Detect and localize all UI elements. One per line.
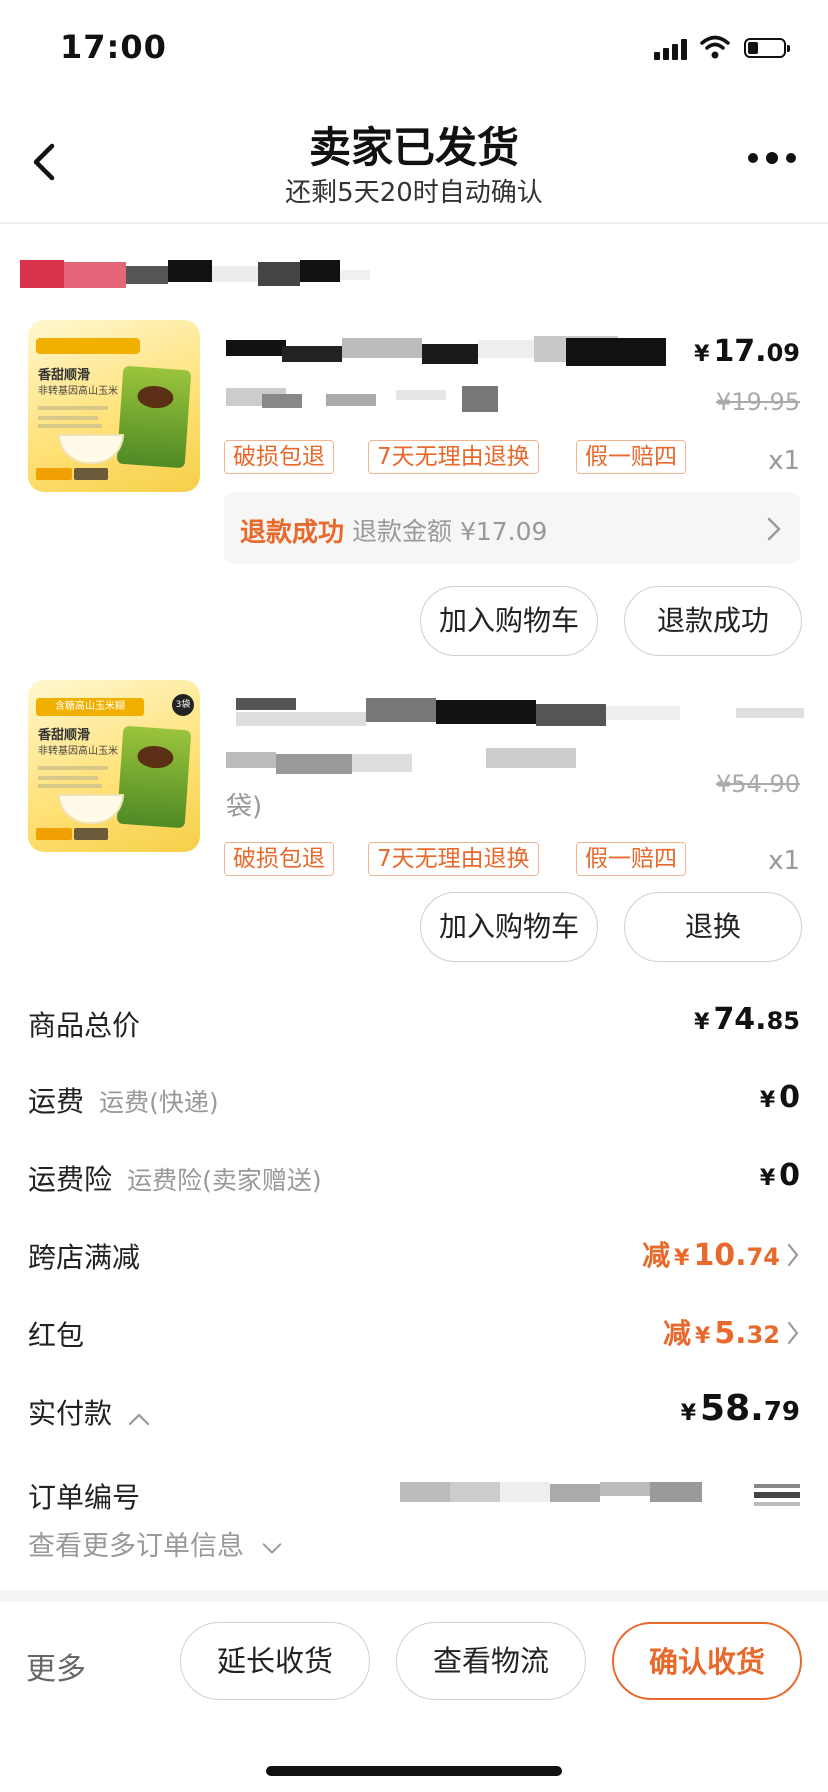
tag-fake-compensation[interactable]: 假一赔四 bbox=[576, 440, 686, 474]
chevron-right-icon bbox=[787, 1243, 799, 1267]
product-old-price-1: ¥19.95 bbox=[716, 388, 800, 416]
add-to-cart-button-2[interactable]: 加入购物车 bbox=[420, 892, 598, 962]
product-title-redacted-2[interactable] bbox=[226, 696, 806, 776]
product-old-price-2: ¥54.90 bbox=[716, 770, 800, 798]
tag-fake-compensation[interactable]: 假一赔四 bbox=[576, 842, 686, 876]
tag-damage-refund[interactable]: 破损包退 bbox=[224, 440, 334, 474]
value-decimal: 79 bbox=[763, 1397, 800, 1427]
shipping-insurance-row: 运费险 运费险(卖家赠送) bbox=[28, 1158, 322, 1198]
product-image-2[interactable]: 含糖高山玉米糊 3袋 香甜顺滑 非转基因高山玉米 bbox=[28, 680, 200, 852]
value-amount: 0 bbox=[779, 1080, 800, 1115]
product-quantity-2: x1 bbox=[768, 846, 800, 876]
order-number-redacted[interactable] bbox=[400, 1482, 800, 1508]
chevron-right-icon bbox=[767, 517, 781, 541]
shop-name-redacted[interactable] bbox=[20, 260, 370, 288]
shipping-insurance-sub: 运费险(卖家赠送) bbox=[127, 1166, 322, 1195]
status-time: 17:00 bbox=[60, 28, 167, 66]
yen-symbol: ¥ bbox=[695, 1324, 711, 1349]
product-image-title: 香甜顺滑 bbox=[38, 368, 91, 383]
paid-label: 实付款 bbox=[28, 1397, 113, 1430]
cross-store-discount-label: 跨店满减 bbox=[28, 1241, 141, 1274]
discount-prefix: 减 bbox=[642, 1239, 671, 1272]
extend-receipt-button[interactable]: 延长收货 bbox=[180, 1622, 370, 1700]
view-logistics-button[interactable]: 查看物流 bbox=[396, 1622, 586, 1700]
tag-7day-return[interactable]: 7天无理由退换 bbox=[368, 842, 539, 876]
shipping-row: 运费 运费(快递) bbox=[28, 1080, 219, 1120]
product-title-redacted-1[interactable] bbox=[226, 336, 686, 412]
value-integer: 10. bbox=[693, 1238, 747, 1273]
product-image-badge: 3袋 bbox=[172, 694, 194, 716]
price-integer: 17. bbox=[713, 334, 767, 369]
signal-icon bbox=[654, 38, 688, 60]
value-integer: 5. bbox=[714, 1316, 747, 1351]
shipping-insurance-label: 运费险 bbox=[28, 1163, 113, 1196]
battery-icon bbox=[744, 38, 790, 58]
page-title: 卖家已发货 bbox=[308, 123, 519, 172]
paid-value: ¥58.79 bbox=[560, 1388, 800, 1429]
add-to-cart-button-1[interactable]: 加入购物车 bbox=[420, 586, 598, 656]
goods-total-value: ¥74.85 bbox=[560, 1002, 800, 1037]
yen-symbol: ¥ bbox=[694, 1010, 710, 1035]
more-info-label: 查看更多订单信息 bbox=[28, 1531, 244, 1562]
product-title-tail-2: 袋) bbox=[226, 792, 263, 822]
shipping-insurance-value: ¥0 bbox=[560, 1158, 800, 1193]
product-image-subtitle: 非转基因高山玉米 bbox=[38, 746, 118, 757]
value-decimal: 85 bbox=[766, 1007, 800, 1035]
refund-status: 退款成功 bbox=[240, 518, 345, 548]
more-options-icon[interactable] bbox=[748, 150, 800, 164]
chevron-up-icon bbox=[129, 1413, 150, 1425]
yen-symbol: ¥ bbox=[759, 1166, 776, 1191]
paid-row[interactable]: 实付款 bbox=[28, 1392, 151, 1432]
cross-store-discount-value[interactable]: 减 ¥10.74 bbox=[540, 1234, 780, 1274]
value-amount: 0 bbox=[779, 1158, 800, 1193]
yen-symbol: ¥ bbox=[694, 342, 710, 367]
discount-prefix: 减 bbox=[662, 1317, 691, 1350]
price-decimal: 09 bbox=[766, 339, 800, 367]
tag-damage-refund[interactable]: 破损包退 bbox=[224, 842, 334, 876]
wifi-icon bbox=[700, 35, 730, 59]
yen-symbol: ¥ bbox=[674, 1246, 690, 1271]
value-decimal: 74 bbox=[746, 1243, 780, 1271]
value-decimal: 32 bbox=[746, 1321, 780, 1349]
value-integer: 74. bbox=[713, 1002, 767, 1037]
header-divider bbox=[0, 222, 828, 224]
refund-amount: 退款金额 ¥17.09 bbox=[352, 517, 548, 546]
product-image-title: 香甜顺滑 bbox=[38, 728, 91, 743]
view-more-order-info[interactable]: 查看更多订单信息 bbox=[28, 1524, 283, 1563]
chevron-right-icon bbox=[787, 1321, 799, 1345]
refund-success-button[interactable]: 退款成功 bbox=[624, 586, 802, 656]
shipping-value: ¥0 bbox=[560, 1080, 800, 1115]
confirm-receipt-button[interactable]: 确认收货 bbox=[612, 1622, 802, 1700]
page-subtitle: 还剩5天20时自动确认 bbox=[285, 178, 543, 208]
value-integer: 58. bbox=[700, 1388, 764, 1429]
product-image-1[interactable]: 香甜顺滑 非转基因高山玉米 bbox=[28, 320, 200, 492]
yen-symbol: ¥ bbox=[759, 1088, 776, 1113]
exchange-button[interactable]: 退换 bbox=[624, 892, 802, 962]
product-quantity-1: x1 bbox=[768, 446, 800, 476]
yen-symbol: ¥ bbox=[680, 1401, 697, 1426]
home-indicator bbox=[266, 1766, 562, 1776]
red-packet-label: 红包 bbox=[28, 1319, 85, 1352]
order-number-label: 订单编号 bbox=[28, 1481, 141, 1514]
tag-7day-return[interactable]: 7天无理由退换 bbox=[368, 440, 539, 474]
red-packet-value[interactable]: 减 ¥5.32 bbox=[540, 1312, 780, 1352]
product-image-subtitle: 非转基因高山玉米 bbox=[38, 386, 118, 397]
goods-total-label: 商品总价 bbox=[28, 1009, 141, 1042]
footer-more-button[interactable]: 更多 bbox=[26, 1644, 86, 1688]
footer-divider bbox=[0, 1590, 828, 1602]
shipping-sub: 运费(快递) bbox=[99, 1088, 219, 1117]
product-price-1: ¥17.09 bbox=[650, 334, 800, 369]
shipping-label: 运费 bbox=[28, 1085, 85, 1118]
chevron-down-icon bbox=[262, 1542, 281, 1554]
product-image-band: 含糖高山玉米糊 bbox=[36, 698, 144, 716]
